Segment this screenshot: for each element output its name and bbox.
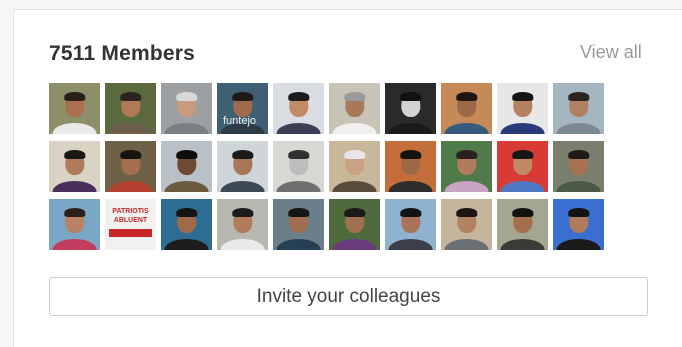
member-avatar[interactable]: [385, 83, 436, 134]
avatar-body-shape: [332, 238, 377, 250]
member-avatar[interactable]: [217, 141, 268, 192]
avatar-body-shape: [220, 180, 265, 192]
avatar-body-shape: [108, 180, 153, 192]
avatar-body-shape: [388, 238, 433, 250]
member-avatar[interactable]: [273, 199, 324, 250]
poster-stripe: [109, 229, 152, 237]
member-avatar[interactable]: [105, 141, 156, 192]
avatar-hair-shape: [567, 208, 590, 218]
avatar-body-shape: [388, 180, 433, 192]
avatar-hair-shape: [455, 92, 478, 102]
avatar-caption: funtejo: [223, 115, 257, 127]
member-avatar[interactable]: [329, 83, 380, 134]
poster-text: PATRIOTIS ABLUENT: [112, 208, 149, 224]
member-avatar[interactable]: PATRIOTIS ABLUENT: [105, 199, 156, 250]
avatar-body-shape: [108, 122, 153, 134]
member-avatar[interactable]: [273, 141, 324, 192]
avatar-hair-shape: [511, 208, 534, 218]
member-avatar[interactable]: [497, 199, 548, 250]
avatar-hair-shape: [63, 208, 86, 218]
avatar-body-shape: [500, 180, 545, 192]
avatar-hair-shape: [63, 92, 86, 102]
avatar-body-shape: [556, 180, 601, 192]
member-avatar[interactable]: [497, 83, 548, 134]
avatar-body-shape: [556, 122, 601, 134]
avatar-body-shape: [52, 180, 97, 192]
member-avatar[interactable]: [497, 141, 548, 192]
avatar-hair-shape: [343, 92, 366, 102]
member-avatar[interactable]: [161, 141, 212, 192]
avatar-body-shape: [444, 122, 489, 134]
avatar-hair-shape: [175, 150, 198, 160]
member-avatar[interactable]: [49, 141, 100, 192]
avatar-body-shape: [332, 122, 377, 134]
member-avatar[interactable]: [553, 141, 604, 192]
avatar-hair-shape: [287, 92, 310, 102]
avatar-body-shape: [52, 238, 97, 250]
avatar-hair-shape: [567, 150, 590, 160]
avatar-body-shape: [332, 180, 377, 192]
member-avatar[interactable]: [217, 199, 268, 250]
avatar-body-shape: [556, 238, 601, 250]
avatar-body-shape: [444, 238, 489, 250]
avatar-hair-shape: [511, 150, 534, 160]
avatar-hair-shape: [175, 208, 198, 218]
member-avatar[interactable]: [49, 83, 100, 134]
avatar-hair-shape: [399, 208, 422, 218]
avatar-body-shape: [444, 180, 489, 192]
avatar-body-shape: [52, 122, 97, 134]
avatar-hair-shape: [287, 208, 310, 218]
member-avatar[interactable]: [553, 199, 604, 250]
members-panel: 7511 Members View all funtejo PATRIOTIS A…: [13, 9, 682, 347]
invite-colleagues-button[interactable]: Invite your colleagues: [49, 277, 648, 316]
member-avatar-grid: funtejo PATRIOTIS ABLUENT: [49, 83, 604, 250]
avatar-hair-shape: [511, 92, 534, 102]
avatar-body-shape: [276, 238, 321, 250]
avatar-hair-shape: [343, 208, 366, 218]
avatar-hair-shape: [343, 150, 366, 160]
avatar-hair-shape: [399, 92, 422, 102]
avatar-hair-shape: [175, 92, 198, 102]
avatar-body-shape: [388, 122, 433, 134]
avatar-hair-shape: [455, 208, 478, 218]
avatar-body-shape: [164, 238, 209, 250]
member-avatar[interactable]: [49, 199, 100, 250]
member-avatar[interactable]: [329, 141, 380, 192]
avatar-hair-shape: [455, 150, 478, 160]
avatar-body-shape: [164, 180, 209, 192]
avatar-hair-shape: [399, 150, 422, 160]
member-avatar[interactable]: [161, 199, 212, 250]
member-avatar[interactable]: [385, 141, 436, 192]
members-label: Members: [101, 42, 196, 65]
member-avatar[interactable]: [161, 83, 212, 134]
avatar-hair-shape: [567, 92, 590, 102]
avatar-body-shape: [500, 122, 545, 134]
avatar-hair-shape: [287, 150, 310, 160]
view-all-link[interactable]: View all: [580, 42, 642, 63]
members-heading: 7511 Members: [49, 42, 195, 66]
member-count: 7511: [49, 42, 96, 65]
member-avatar[interactable]: [385, 199, 436, 250]
avatar-body-shape: [276, 180, 321, 192]
avatar-hair-shape: [119, 92, 142, 102]
avatar-hair-shape: [231, 92, 254, 102]
member-avatar[interactable]: funtejo: [217, 83, 268, 134]
avatar-hair-shape: [231, 208, 254, 218]
avatar-body-shape: [164, 122, 209, 134]
member-avatar[interactable]: [441, 83, 492, 134]
avatar-body-shape: [500, 238, 545, 250]
avatar-hair-shape: [119, 150, 142, 160]
member-avatar[interactable]: [329, 199, 380, 250]
avatar-hair-shape: [231, 150, 254, 160]
avatar-body-shape: [220, 238, 265, 250]
member-avatar[interactable]: [273, 83, 324, 134]
member-avatar[interactable]: [441, 199, 492, 250]
member-avatar[interactable]: [553, 83, 604, 134]
member-avatar[interactable]: [441, 141, 492, 192]
avatar-body-shape: [276, 122, 321, 134]
avatar-hair-shape: [63, 150, 86, 160]
member-avatar[interactable]: [105, 83, 156, 134]
